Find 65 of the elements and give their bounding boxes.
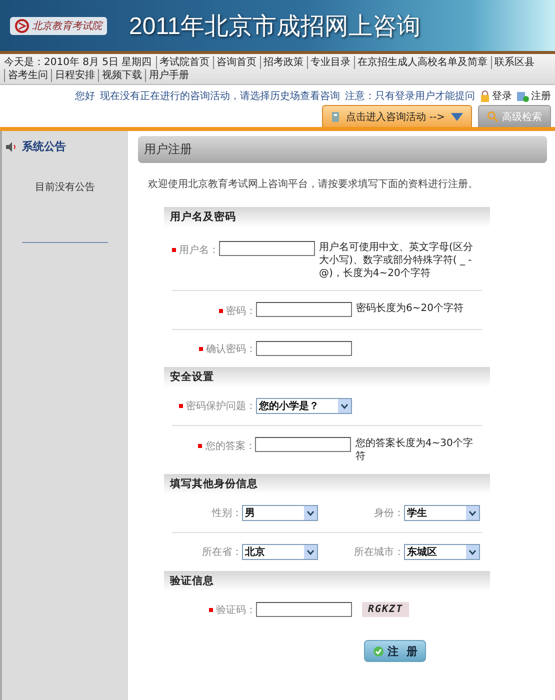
nav-link[interactable]: 用户手册 <box>145 69 192 82</box>
nav-link[interactable]: 联系区县 <box>490 56 538 69</box>
login-note: 注意：只有登录用户才能提问 <box>345 90 475 103</box>
register-button[interactable]: 注 册 <box>364 640 426 662</box>
speaker-icon <box>6 142 17 152</box>
nav-link[interactable]: 日程安排 <box>51 69 98 82</box>
field-label: 用户名： <box>179 244 219 257</box>
nav-link[interactable]: 视频下载 <box>98 69 145 82</box>
site-title: 2011年北京市成招网上咨询 <box>129 12 421 42</box>
field-label: 身份： <box>374 507 404 520</box>
notice-text: 目前没有公告 <box>34 180 96 194</box>
input-field[interactable] <box>256 602 352 617</box>
field-hint: 密码长度为6~20个字符 <box>356 302 464 315</box>
select-field[interactable]: 男 <box>242 505 318 521</box>
field-label: 验证码： <box>216 604 256 616</box>
dropdown-caret-icon <box>466 506 479 520</box>
sidebar-title: 系统公告 <box>22 139 66 154</box>
consult-button[interactable]: 点击进入咨询活动 --> <box>322 105 472 127</box>
register-link[interactable]: 注册 <box>517 89 551 103</box>
field-label: 所在省： <box>202 546 242 559</box>
select-field[interactable]: 东城区 <box>404 544 480 560</box>
field-label: 密码： <box>226 304 256 318</box>
section-header: 验证信息 <box>164 571 490 591</box>
section-header: 填写其他身份信息 <box>164 474 490 494</box>
dropdown-caret-icon <box>466 545 479 559</box>
nav-link[interactable]: 咨考生问 <box>4 69 51 82</box>
select-field[interactable]: 北京 <box>242 544 318 560</box>
input-field[interactable] <box>256 341 352 356</box>
section-header: 用户名及密码 <box>164 207 490 227</box>
dropdown-caret-icon <box>304 545 317 559</box>
user-add-icon <box>517 90 529 102</box>
section-header: 安全设置 <box>164 367 490 387</box>
date-text: 今天是：2010年 8月 5日 星期四 <box>4 56 152 69</box>
login-link[interactable]: 登录 <box>480 89 512 103</box>
check-icon <box>372 646 384 656</box>
dropdown-caret-icon <box>338 399 351 413</box>
field-hint: 您的答案长度为4~30个字符 <box>355 437 474 463</box>
nav-link[interactable]: 专业目录 <box>306 56 354 69</box>
dropdown-caret-icon <box>451 112 463 120</box>
dropdown-caret-icon <box>304 506 317 520</box>
select-field[interactable]: 学生 <box>404 505 480 521</box>
field-label: 所在城市： <box>354 546 404 559</box>
nav-link[interactable]: 在京招生成人高校名单及简章 <box>354 56 491 69</box>
input-field[interactable] <box>255 437 352 452</box>
nav-link[interactable]: 咨询首页 <box>212 56 260 69</box>
input-field[interactable] <box>256 302 352 317</box>
select-field[interactable]: 您的小学是？ <box>256 398 352 414</box>
input-field[interactable] <box>219 241 315 256</box>
building-icon <box>331 111 340 122</box>
logo-text: 北京教育考试院 <box>32 20 102 32</box>
field-label: 密码保护问题： <box>186 400 256 413</box>
nav-link[interactable]: 招考政策 <box>260 56 307 69</box>
status-message: 现在没有正在进行的咨询活动，请选择历史场查看咨询 <box>100 90 340 103</box>
page-title: 用户注册 <box>138 136 547 163</box>
search-icon <box>487 111 498 122</box>
lock-icon <box>480 90 490 102</box>
intro-text: 欢迎使用北京教育考试网上咨询平台，请按要求填写下面的资料进行注册。 <box>148 178 479 191</box>
field-label: 您的答案： <box>205 440 256 453</box>
field-label: 确认密码： <box>206 342 256 356</box>
greeting-text: 您好 <box>75 90 95 103</box>
logo-icon <box>15 18 29 32</box>
captcha-image: RGKZT <box>362 602 410 617</box>
nav-link[interactable]: 考试院首页 <box>156 56 213 69</box>
field-hint: 用户名可使用中文、英文字母(区分大小写)、数字或部分特殊字符( _ - @)，长度为4~20个字符 <box>319 241 474 280</box>
field-label: 性别： <box>212 506 242 520</box>
